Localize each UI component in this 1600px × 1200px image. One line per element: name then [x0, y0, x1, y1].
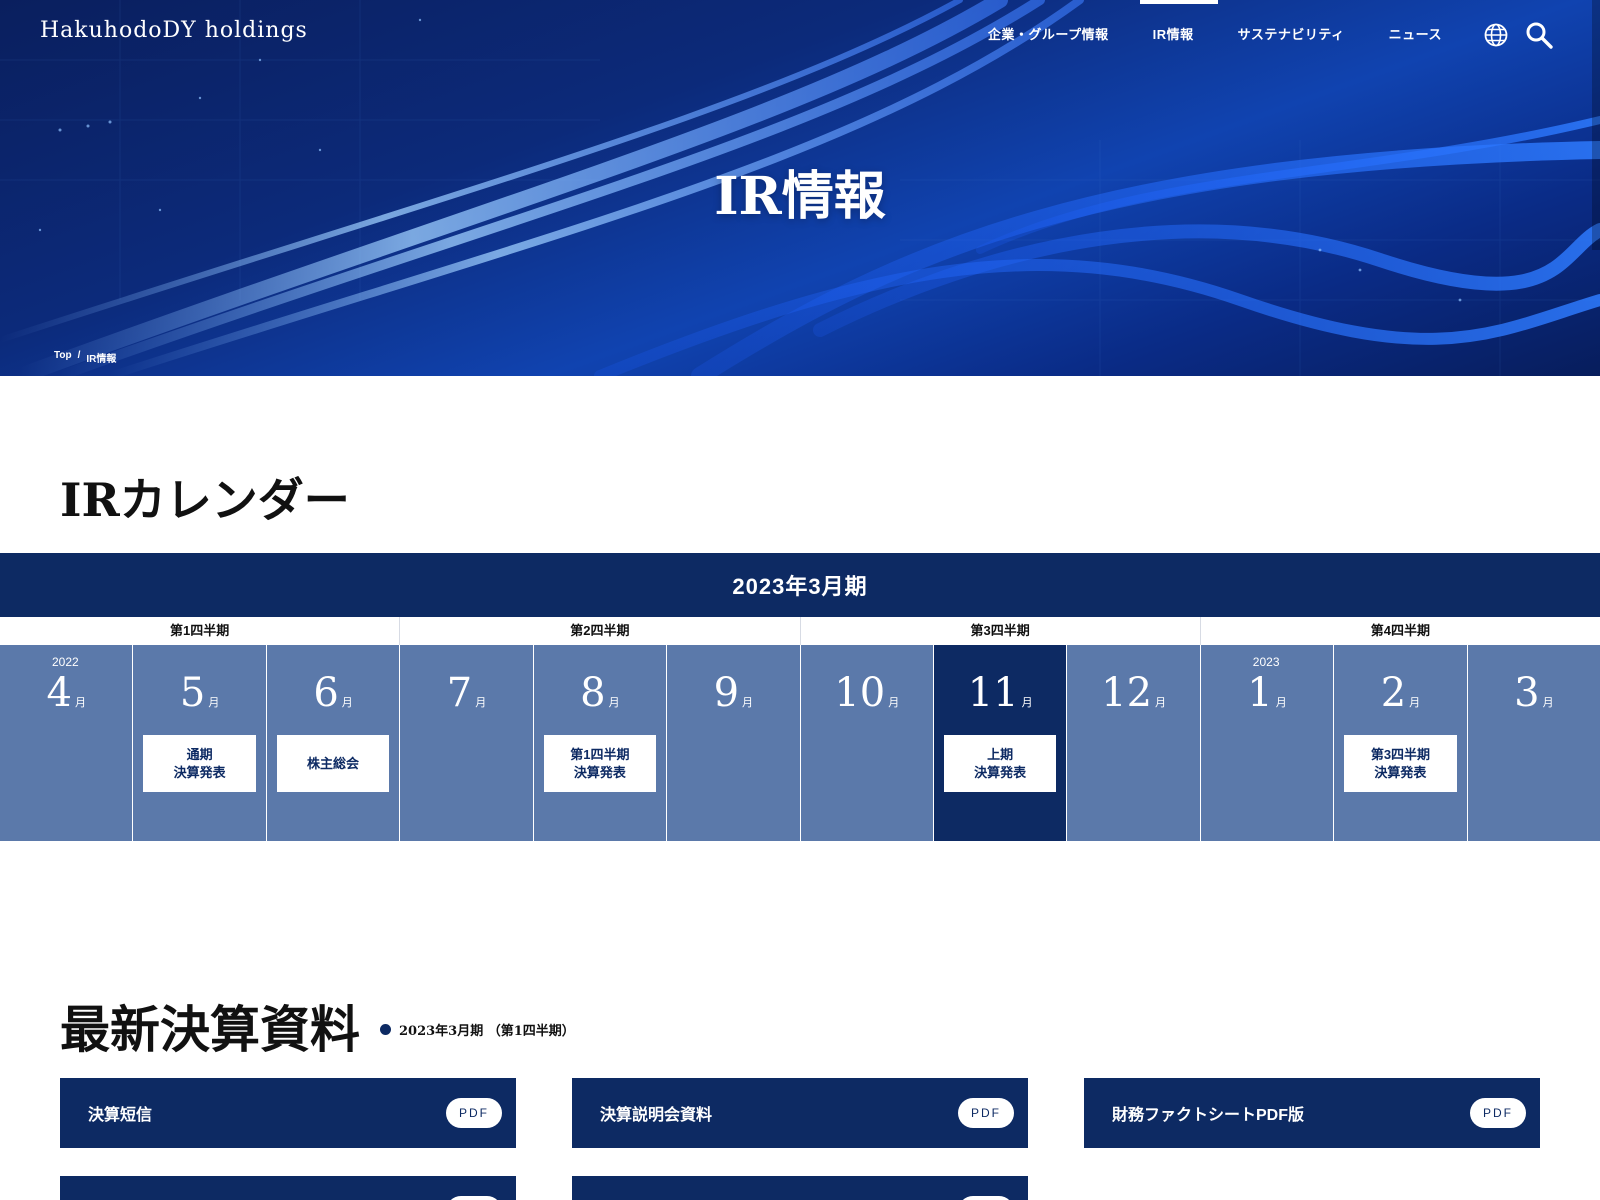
quarter-3: 第3四半期: [801, 617, 1201, 645]
globe-icon[interactable]: [1483, 22, 1509, 48]
calendar-event-button[interactable]: 通期 決算発表: [143, 735, 256, 792]
pdf-badge: [446, 1196, 502, 1200]
calendar-event-button[interactable]: 第3四半期 決算発表: [1344, 735, 1457, 792]
month-tile-12: 12 月: [1067, 645, 1201, 841]
quarter-1: 第1四半期: [0, 617, 401, 645]
calendar-event-button[interactable]: 上期 決算発表: [943, 735, 1057, 792]
month-number: 7月: [446, 670, 487, 716]
month-suffix: 月: [341, 697, 353, 709]
quarter-4: 第4四半期: [1370, 623, 1430, 638]
month-tile-7: 7月: [400, 645, 534, 841]
month-number: 11 月: [967, 670, 1033, 716]
material-card-2[interactable]: 決算説明会資料 PDF: [572, 1078, 1028, 1148]
scrollbar[interactable]: [1592, 0, 1600, 250]
latest-materials-title: 最新決算資料: [60, 1000, 360, 1059]
month-suffix: 月: [475, 697, 487, 709]
month-number: 10 月: [834, 670, 900, 716]
search-icon[interactable]: [1524, 20, 1554, 50]
month-suffix: 月: [608, 697, 620, 709]
nav-ir[interactable]: IR情報: [1153, 24, 1194, 43]
fiscal-year-bar: 2023年3月期: [0, 553, 1600, 617]
nav-sustainability[interactable]: サステナビリティ: [1238, 24, 1345, 43]
hero-banner: HakuhodoDY holdings 企業・グループ情報 IR情報 サステナビ…: [0, 0, 1600, 376]
month-suffix: 月: [1275, 697, 1287, 709]
month-tile-8: 8 月第1四半期 決算発表: [533, 645, 668, 841]
month-tile-4: 2022 4 月: [0, 645, 134, 841]
month-suffix: 月: [1542, 697, 1554, 709]
month-number: 5月: [179, 670, 220, 716]
month-suffix: 月: [1155, 697, 1167, 709]
material-card-label: 財務ファクトシートPDF版: [1112, 1107, 1305, 1124]
month-suffix: 月: [888, 697, 900, 709]
month-tile-2: 2 月第3四半期 決算発表: [1334, 645, 1468, 841]
materials-period: 2023年3月期 （第1四半期）: [380, 1020, 575, 1039]
ir-calendar-title: IRカレンダー: [60, 473, 350, 527]
month-number: 12 月: [1101, 670, 1167, 716]
month-tile-9: 9月: [667, 645, 801, 841]
month-tile-10: 10 月: [800, 645, 934, 841]
month-suffix: 月: [1409, 697, 1421, 709]
material-card-5[interactable]: [572, 1176, 1028, 1200]
month-tile-3: 3月: [1467, 645, 1600, 841]
nav-news[interactable]: ニュース: [1389, 24, 1442, 43]
nav-active-indicator: [1140, 0, 1218, 4]
month-tile-6: 6 月株主総会: [266, 645, 401, 841]
pdf-badge: PDF: [446, 1098, 502, 1128]
pdf-badge: PDF: [958, 1098, 1014, 1128]
month-year-label: 2022: [52, 655, 79, 669]
month-tile-1: 2023 1 月: [1200, 645, 1335, 841]
calendar-event-button[interactable]: 株主総会: [276, 735, 390, 792]
breadcrumb-top[interactable]: Top: [54, 350, 72, 365]
material-card-label: 決算説明会資料: [600, 1107, 713, 1124]
calendar-event-button[interactable]: 第1四半期 決算発表: [543, 735, 657, 792]
company-logo[interactable]: HakuhodoDY holdings: [40, 18, 308, 43]
bullet-dot: [380, 1024, 391, 1035]
month-number: 8月: [580, 670, 620, 716]
nav-corporate[interactable]: 企業・グループ情報: [988, 24, 1109, 43]
breadcrumb-separator: /: [77, 350, 81, 361]
breadcrumb-current: IR情報: [86, 354, 117, 365]
month-grid: 2022 4 月 5 月通期 決算発表 6 月株主総会 7 月 8 月第1四半期 決算発表 9 月 10 月…: [0, 645, 1600, 841]
material-card-label: 決算短信: [88, 1107, 153, 1124]
material-card-3[interactable]: 財務ファクトシートPDF版 PDF: [1084, 1078, 1540, 1148]
global-nav: 企業・グループ情報 IR情報 サステナビリティ ニュース: [988, 24, 1442, 43]
month-number: 1月: [1247, 670, 1287, 716]
month-number: 6月: [313, 670, 353, 716]
pdf-badge: PDF: [1470, 1098, 1526, 1128]
page-title: IR情報: [714, 166, 886, 227]
month-suffix: 月: [74, 697, 86, 709]
quarter-2: 第2四半期: [400, 617, 801, 645]
materials-cards: 決算短信 PDF 決算説明会資料 PDF 財務ファクトシートPDF版 PDF: [60, 1078, 1540, 1200]
month-tile-5: 5 月通期 決算発表: [133, 645, 267, 841]
month-number: 3月: [1514, 670, 1554, 716]
material-card-1[interactable]: 決算短信 PDF: [60, 1078, 516, 1148]
month-number: 4月: [46, 670, 86, 716]
month-suffix: 月: [1021, 697, 1033, 709]
material-card-4[interactable]: [60, 1176, 516, 1200]
month-year-label: 2023: [1252, 655, 1280, 669]
month-tile-11: 11 月上期 決算発表: [933, 645, 1068, 841]
month-suffix: 月: [742, 697, 754, 709]
quarter-row: 第1四半期 第2四半期 第3四半期 第4四半期: [0, 617, 1600, 645]
materials-period-text: 2023年3月期 （第1四半期）: [399, 1024, 575, 1039]
month-suffix: 月: [208, 697, 220, 709]
month-number: 9月: [713, 670, 754, 716]
breadcrumb: Top / IR情報: [54, 350, 116, 365]
pdf-badge: [958, 1196, 1014, 1200]
month-number: 2月: [1380, 670, 1421, 716]
